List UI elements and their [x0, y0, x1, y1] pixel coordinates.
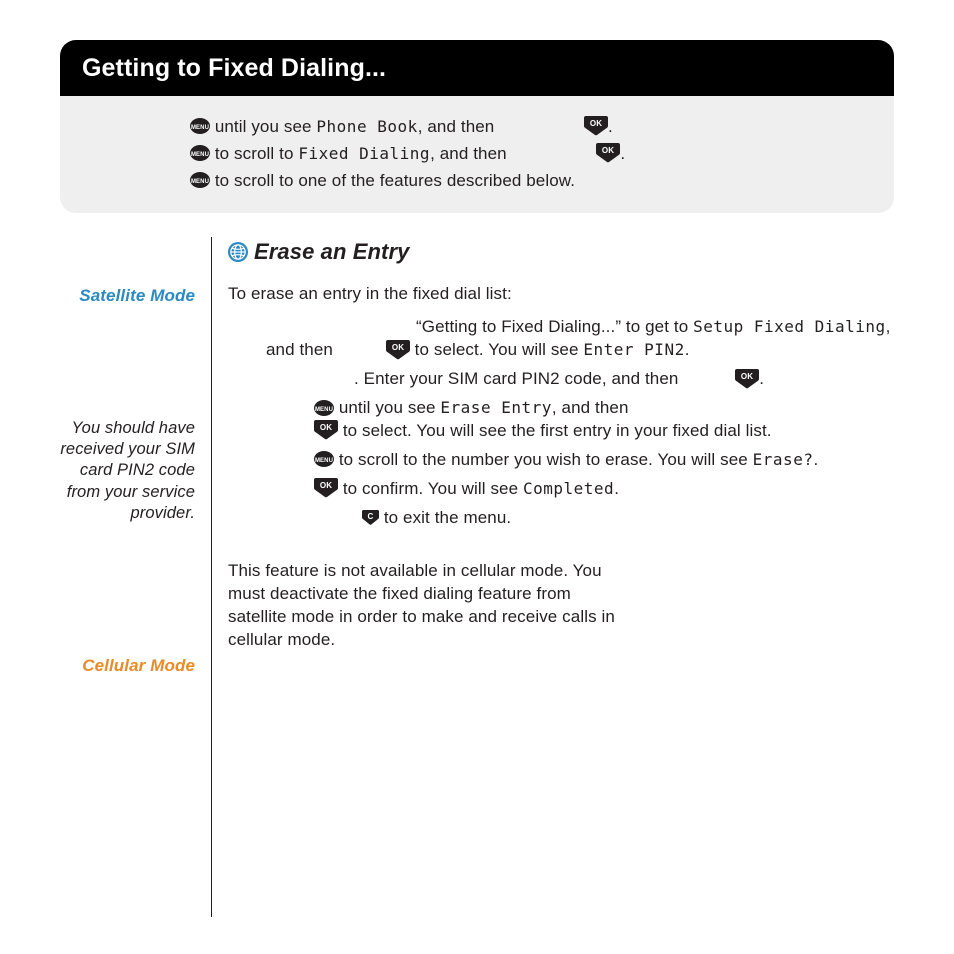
- step-text: to select. You will see: [415, 340, 584, 359]
- step-text: .: [614, 479, 619, 498]
- intro-text: To erase an entry in the fixed dial list…: [228, 283, 894, 306]
- step: . Enter your SIM card PIN2 code, and the…: [228, 368, 894, 391]
- step-text: .: [685, 340, 690, 359]
- cellular-mode-label: Cellular Mode: [60, 655, 195, 678]
- step-text: to scroll to the number you wish to eras…: [339, 450, 753, 469]
- menu-key-icon: [190, 145, 210, 161]
- title-bar: Getting to Fixed Dialing...: [60, 40, 894, 96]
- navigation-box: until you see Phone Book, and then . to …: [60, 96, 894, 213]
- nav-text: .: [608, 117, 613, 136]
- c-key-icon: [362, 510, 379, 525]
- step: to exit the menu.: [228, 507, 894, 530]
- section-title-text: Erase an Entry: [254, 239, 409, 264]
- satellite-mode-label: Satellite Mode: [60, 285, 195, 308]
- nav-text: , and then: [430, 144, 507, 163]
- main-column: Erase an Entry To erase an entry in the …: [211, 237, 894, 917]
- ok-key-icon: [386, 340, 410, 360]
- nav-text: to scroll to: [215, 144, 299, 163]
- step-text: .: [813, 450, 818, 469]
- ok-key-icon: [584, 116, 608, 136]
- page: Getting to Fixed Dialing... until you se…: [0, 0, 954, 917]
- lcd-text: Erase Entry: [440, 398, 551, 417]
- ok-key-icon: [314, 420, 338, 440]
- globe-icon: [228, 240, 248, 270]
- section-heading: Erase an Entry: [228, 237, 894, 270]
- lcd-text: Fixed Dialing: [298, 144, 430, 163]
- content-area: Satellite Mode You should have received …: [60, 237, 894, 917]
- cellular-mode-text: This feature is not available in cellula…: [228, 560, 628, 652]
- lcd-text: Enter PIN2: [583, 340, 684, 359]
- nav-text: to scroll to one of the features describ…: [215, 171, 575, 190]
- step: “Getting to Fixed Dialing...” to get to …: [228, 316, 894, 362]
- nav-text: until you see: [215, 117, 317, 136]
- ok-key-icon: [735, 369, 759, 389]
- step-text: “Getting to Fixed Dialing...” to get to: [416, 317, 693, 336]
- step-text: to select. You will see the first entry …: [343, 421, 772, 440]
- lcd-text: Phone Book: [316, 117, 417, 136]
- nav-step: until you see Phone Book, and then .: [190, 116, 874, 139]
- step-text: . Enter your SIM card PIN2 code, and the…: [354, 369, 678, 388]
- nav-step: to scroll to Fixed Dialing, and then .: [190, 143, 874, 166]
- step: to scroll to the number you wish to eras…: [228, 449, 894, 472]
- step-text: .: [759, 369, 764, 388]
- nav-text: , and then: [418, 117, 495, 136]
- ok-key-icon: [314, 478, 338, 498]
- step-text: , and then: [552, 398, 629, 417]
- step: to confirm. You will see Completed.: [228, 478, 894, 501]
- ok-key-icon: [596, 143, 620, 163]
- lcd-text: Completed: [523, 479, 614, 498]
- menu-key-icon: [190, 172, 210, 188]
- title-text: Getting to Fixed Dialing...: [82, 54, 386, 82]
- nav-step: to scroll to one of the features describ…: [190, 170, 874, 193]
- lcd-text: Erase?: [753, 450, 814, 469]
- step-text: to confirm. You will see: [343, 479, 523, 498]
- step-text: to exit the menu.: [384, 508, 511, 527]
- menu-key-icon: [314, 451, 334, 467]
- menu-key-icon: [314, 400, 334, 416]
- step-text: until you see: [339, 398, 441, 417]
- side-column: Satellite Mode You should have received …: [60, 237, 195, 917]
- lcd-text: Setup Fixed Dialing: [693, 317, 886, 336]
- side-note: You should have received your SIM card P…: [60, 418, 195, 525]
- nav-text: .: [620, 144, 625, 163]
- menu-key-icon: [190, 118, 210, 134]
- step: until you see Erase Entry, and then to s…: [228, 397, 894, 443]
